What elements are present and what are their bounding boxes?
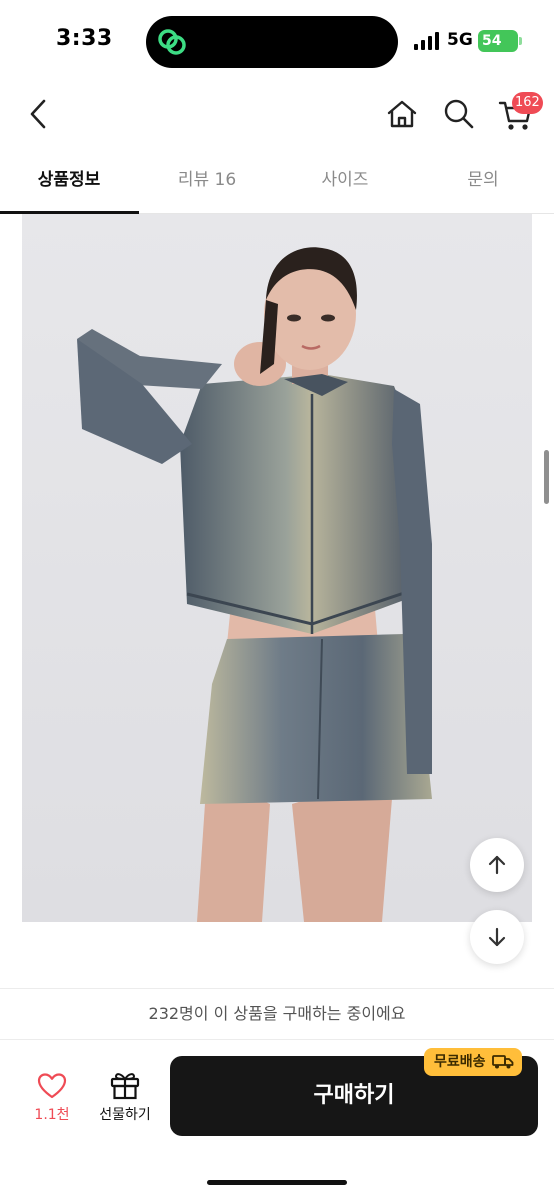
network-label: 5G [447, 30, 473, 50]
app-logo-icon [158, 29, 186, 55]
tab-product-info[interactable]: 상품정보 [0, 148, 138, 214]
home-button[interactable] [384, 96, 420, 132]
product-image[interactable] [22, 214, 532, 922]
arrow-up-icon [488, 855, 506, 875]
gift-label: 선물하기 [99, 1107, 151, 1123]
battery-level: 54 [482, 33, 502, 49]
search-icon [444, 99, 474, 129]
heart-icon [37, 1073, 67, 1099]
status-time: 3:33 [56, 26, 113, 51]
battery-indicator: 54 [478, 30, 518, 52]
home-icon [387, 100, 417, 128]
home-indicator [207, 1180, 347, 1185]
battery-tip [519, 37, 522, 45]
back-button[interactable] [24, 96, 56, 132]
back-icon [30, 99, 46, 129]
status-bar: 3:33 5G 54 [0, 0, 554, 84]
cart-count-badge: 162 [512, 92, 543, 114]
purchase-activity-notice: 232명이 이 상품을 구매하는 중이에요 [0, 988, 554, 1040]
top-nav [0, 84, 554, 146]
scroll-top-button[interactable] [470, 838, 524, 892]
product-photo-illustration [22, 214, 532, 922]
truck-icon [491, 1055, 513, 1069]
tab-reviews[interactable]: 리뷰 16 [138, 148, 276, 214]
scroll-bottom-button[interactable] [470, 910, 524, 964]
search-button[interactable] [442, 96, 476, 132]
arrow-down-icon [488, 927, 506, 947]
free-shipping-badge: 무료배송 [424, 1048, 522, 1076]
scrollbar-thumb[interactable] [544, 450, 549, 504]
product-tabs: 상품정보 리뷰 16 사이즈 문의 [0, 148, 554, 214]
like-count: 1.1천 [34, 1107, 70, 1123]
like-button[interactable]: 1.1천 [22, 1066, 82, 1136]
tab-inquiry[interactable]: 문의 [414, 148, 552, 214]
tab-size[interactable]: 사이즈 [276, 148, 414, 214]
gift-icon [110, 1073, 140, 1100]
gift-button[interactable]: 선물하기 [90, 1066, 160, 1136]
free-shipping-label: 무료배송 [434, 1054, 486, 1070]
signal-icon [414, 32, 439, 50]
